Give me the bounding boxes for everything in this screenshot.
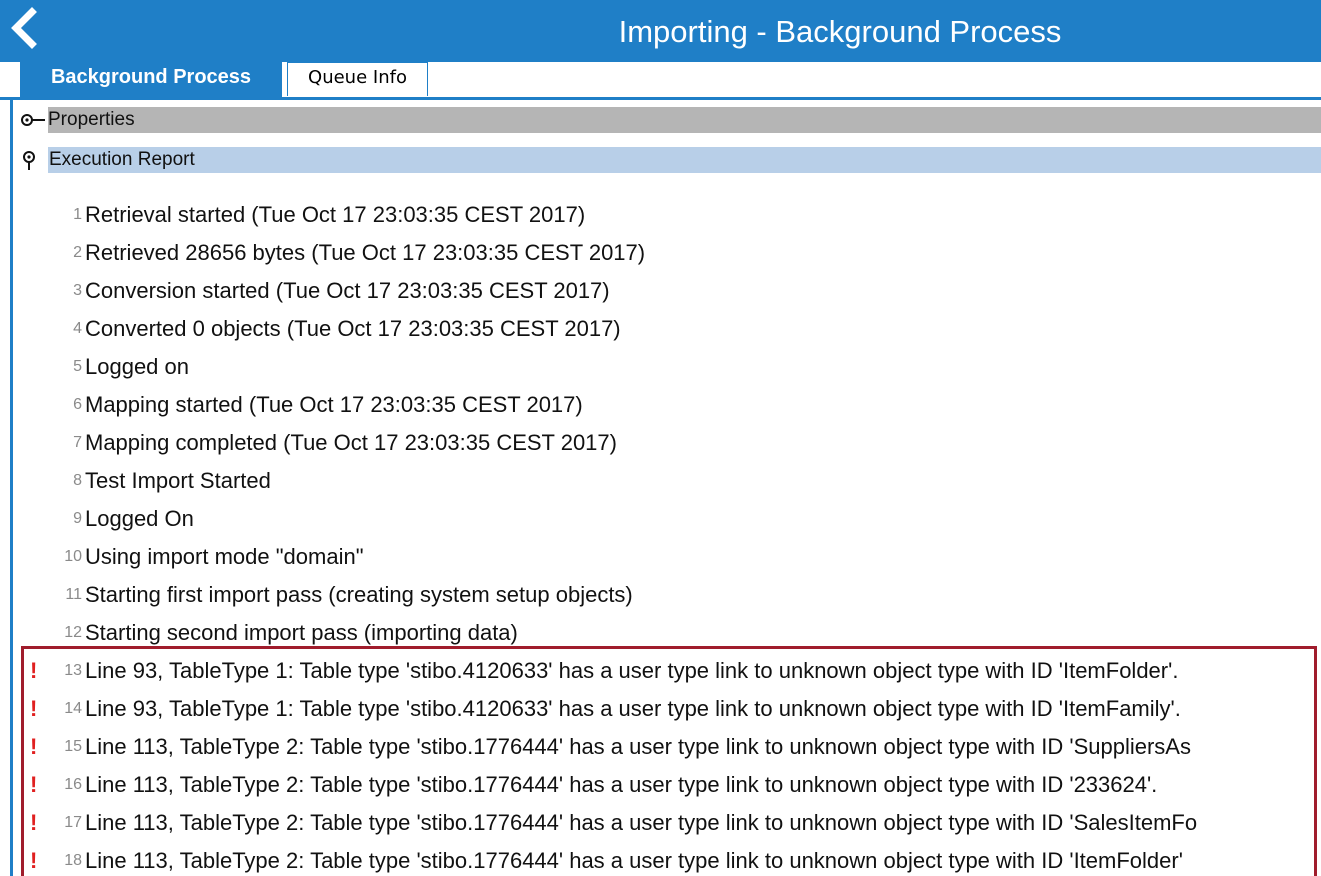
- properties-label: Properties: [48, 109, 135, 130]
- line-number: 9: [73, 510, 82, 527]
- line-number: 4: [73, 320, 82, 337]
- log-line: 9 Logged On: [14, 500, 1321, 538]
- log-line: 10 Using import mode "domain": [14, 538, 1321, 576]
- title-bar: Importing - Background Process: [0, 0, 1321, 62]
- log-text: Logged On: [85, 506, 194, 531]
- log-line: 3 Conversion started (Tue Oct 17 23:03:35…: [14, 272, 1321, 310]
- tab-strip: Background Process Queue Info: [0, 62, 1321, 100]
- line-number: 16: [64, 776, 82, 793]
- execution-report-log: 1 Retrieval started (Tue Oct 17 23:03:35 …: [14, 196, 1321, 876]
- log-text: Starting first import pass (creating sys…: [85, 582, 633, 607]
- log-line-error: ! 14 Line 93, TableType 1: Table type 'sti…: [14, 690, 1321, 728]
- log-text: Mapping completed (Tue Oct 17 23:03:35 C…: [85, 430, 617, 455]
- chevron-left-icon: [11, 7, 37, 49]
- back-button[interactable]: [4, 6, 48, 50]
- log-text: Line 113, TableType 2: Table type 'stibo…: [85, 772, 1158, 797]
- line-number: 3: [73, 282, 82, 299]
- line-number: 17: [64, 814, 82, 831]
- log-line: 4 Converted 0 objects (Tue Oct 17 23:03:3…: [14, 310, 1321, 348]
- log-line: 5 Logged on: [14, 348, 1321, 386]
- log-text: Line 113, TableType 2: Table type 'stibo…: [85, 810, 1198, 835]
- log-text: Line 113, TableType 2: Table type 'stibo…: [85, 848, 1183, 873]
- log-line-error: ! 13 Line 93, TableType 1: Table type 'sti…: [14, 652, 1321, 690]
- log-text: Line 93, TableType 1: Table type 'stibo.…: [85, 658, 1179, 683]
- line-number: 15: [64, 738, 82, 755]
- tab-queue-info[interactable]: Queue Info: [287, 62, 428, 96]
- line-number: 10: [64, 548, 82, 565]
- line-number: 13: [64, 662, 82, 679]
- line-number: 6: [73, 396, 82, 413]
- log-text: Line 113, TableType 2: Table type 'stibo…: [85, 734, 1191, 759]
- line-number: 14: [64, 700, 82, 717]
- log-line-error: ! 18 Line 113, TableType 2: Table type 'st…: [14, 842, 1321, 876]
- log-text: Mapping started (Tue Oct 17 23:03:35 CES…: [85, 392, 583, 417]
- expanded-node-icon: [23, 151, 35, 170]
- log-line: 1 Retrieval started (Tue Oct 17 23:03:35 …: [14, 196, 1321, 234]
- log-text: Line 93, TableType 1: Table type 'stibo.…: [85, 696, 1181, 721]
- execution-report-section-header[interactable]: Execution Report: [14, 147, 1321, 173]
- line-number: 1: [73, 206, 82, 223]
- line-number: 7: [73, 434, 82, 451]
- line-number: 2: [73, 244, 82, 261]
- log-text: Test Import Started: [85, 468, 271, 493]
- log-text: Starting second import pass (importing d…: [85, 620, 518, 645]
- log-line-error: ! 16 Line 113, TableType 2: Table type 'st…: [14, 766, 1321, 804]
- collapsed-node-icon: [21, 114, 45, 126]
- log-line: 7 Mapping completed (Tue Oct 17 23:03:35 …: [14, 424, 1321, 462]
- properties-section-header[interactable]: Properties: [14, 107, 1321, 133]
- execution-report-bar: [48, 147, 1321, 173]
- log-text: Converted 0 objects (Tue Oct 17 23:03:35…: [85, 316, 621, 341]
- properties-bar: [48, 107, 1321, 133]
- line-number: 12: [64, 624, 82, 641]
- line-number: 18: [64, 852, 82, 869]
- log-text: Retrieved 28656 bytes (Tue Oct 17 23:03:…: [85, 240, 646, 265]
- log-line-error: ! 17 Line 113, TableType 2: Table type 'st…: [14, 804, 1321, 842]
- log-text: Logged on: [85, 354, 189, 379]
- tab-background-process[interactable]: Background Process: [20, 62, 282, 98]
- log-line: 2 Retrieved 28656 bytes (Tue Oct 17 23:03…: [14, 234, 1321, 272]
- log-line: 11 Starting first import pass (creating s…: [14, 576, 1321, 614]
- log-text: Retrieval started (Tue Oct 17 23:03:35 C…: [85, 202, 586, 227]
- window-title: Importing - Background Process: [618, 14, 1062, 49]
- execution-report-label: Execution Report: [49, 149, 195, 170]
- line-number: 8: [73, 472, 82, 489]
- log-line: 6 Mapping started (Tue Oct 17 23:03:35 CE…: [14, 386, 1321, 424]
- content-border: [10, 100, 13, 876]
- log-text: Conversion started (Tue Oct 17 23:03:35 …: [85, 278, 610, 303]
- line-number: 5: [73, 358, 82, 375]
- log-line-error: ! 15 Line 113, TableType 2: Table type 'st…: [14, 728, 1321, 766]
- log-line: 8 Test Import Started: [14, 462, 1321, 500]
- log-line: 12 Starting second import pass (importing…: [14, 614, 1321, 652]
- log-text: Using import mode "domain": [85, 544, 364, 569]
- line-number: 11: [65, 586, 82, 603]
